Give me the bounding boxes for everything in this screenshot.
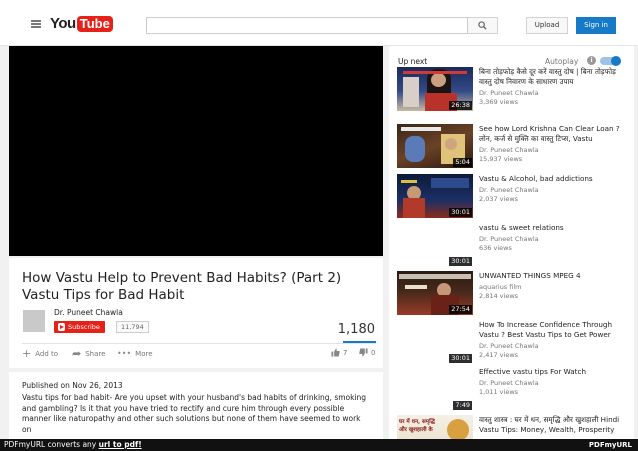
more-icon: ••• <box>117 349 132 358</box>
signin-button[interactable]: Sign in <box>576 17 616 34</box>
related-video-channel: Dr. Puneet Chawla <box>479 186 539 194</box>
add-to-label: Add to <box>35 350 59 358</box>
channel-name[interactable]: Dr. Puneet Chawla <box>54 308 123 317</box>
logo-you: You <box>50 15 76 32</box>
footer-text: PDFmyURL converts any url to pdf! <box>4 440 142 450</box>
thumbnail-caption: घर में धन, समृद्धि और खुशहाली के <box>399 419 435 433</box>
pdfmyurl-footer: PDFmyURL converts any url to pdf! PDFmyU… <box>0 439 638 451</box>
info-icon[interactable]: i <box>587 56 596 65</box>
video-thumbnail[interactable]: 30:01 <box>397 320 473 364</box>
view-count: 1,180 <box>337 322 375 337</box>
url-to-pdf-link[interactable]: url to pdf! <box>99 440 142 449</box>
thumbs-down-icon <box>359 348 368 357</box>
video-player[interactable] <box>9 46 383 256</box>
related-sidebar: Up next Autoplay i 26:38 बिना तोड़फोड़ क… <box>389 46 634 451</box>
video-duration: 30:01 <box>449 208 472 217</box>
search-icon <box>478 21 487 30</box>
subscriber-count: 11,794 <box>116 321 149 333</box>
list-item[interactable]: 30:01 How To Increase Confidence Through… <box>397 320 629 370</box>
publish-date: Published on Nov 26, 2013 <box>22 381 123 390</box>
related-video-channel: Dr. Puneet Chawla <box>479 235 539 243</box>
share-label: Share <box>85 350 106 358</box>
search-input[interactable] <box>146 17 468 34</box>
video-thumbnail[interactable]: 27:54 <box>397 271 473 315</box>
video-duration: 30:01 <box>449 354 472 363</box>
video-thumbnail[interactable]: 30:01 <box>397 223 473 267</box>
search-button[interactable] <box>468 17 498 34</box>
related-video-views: 2,037 views <box>479 195 519 203</box>
up-next-heading: Up next <box>398 57 428 66</box>
related-video-title[interactable]: How To Increase Confidence Through Vastu… <box>479 320 629 339</box>
menu-icon[interactable] <box>31 20 41 28</box>
video-duration: 27:54 <box>449 305 472 314</box>
masthead: You Tube Upload Sign in <box>0 0 638 46</box>
video-duration: 26:38 <box>449 101 472 110</box>
related-video-title[interactable]: Vastu & Alcohol, bad addictions <box>479 174 629 184</box>
like-ratio-bar <box>343 341 376 343</box>
video-thumbnail[interactable]: 26:38 <box>397 67 473 111</box>
subscribe-button[interactable]: Subscribe <box>54 321 105 333</box>
video-title: How Vastu Help to Prevent Bad Habits? (P… <box>22 270 342 303</box>
dislike-count: 0 <box>371 348 376 357</box>
related-video-views: 636 views <box>479 244 512 252</box>
related-video-channel: aquarius film <box>479 283 522 291</box>
divider <box>22 343 376 344</box>
youtube-logo[interactable]: You Tube <box>50 15 113 32</box>
video-thumbnail[interactable]: 30:01 <box>397 174 473 218</box>
related-video-views: 15,937 views <box>479 155 523 163</box>
add-to-button[interactable]: + Add to <box>22 347 59 360</box>
list-item[interactable]: 30:01 Vastu & Alcohol, bad addictions Dr… <box>397 174 629 224</box>
list-item[interactable]: 27:54 UNWANTED THINGS MPEG 4 aquarius fi… <box>397 271 629 321</box>
dislike-button[interactable]: 0 <box>359 348 375 357</box>
list-item[interactable]: 26:38 बिना तोड़फोड़ कैसे दूर करें वास्तु… <box>397 67 629 117</box>
description-text: Vastu tips for bad habit- Are you upset … <box>22 393 367 434</box>
related-video-channel: Dr. Puneet Chawla <box>479 89 539 97</box>
video-thumbnail[interactable]: 5:04 <box>397 124 473 168</box>
related-video-views: 2,417 views <box>479 351 519 359</box>
share-icon: ➦ <box>72 347 82 360</box>
share-button[interactable]: ➦ Share <box>72 347 106 360</box>
more-label: More <box>135 350 153 358</box>
related-video-views: 3,369 views <box>479 98 519 106</box>
thumbs-up-icon <box>331 348 340 357</box>
related-video-title[interactable]: बिना तोड़फोड़ कैसे दूर करें वास्तु दोष |… <box>479 67 629 86</box>
related-video-channel: Dr. Puneet Chawla <box>479 342 539 350</box>
related-video-title[interactable]: Effective vastu tips For Watch <box>479 367 629 377</box>
video-thumbnail[interactable]: 7:49 <box>397 367 473 411</box>
related-video-title[interactable]: वास्तु शास्त्र : घर में धन, समृद्धि और ख… <box>479 415 629 434</box>
like-button[interactable]: 7 <box>331 348 347 357</box>
more-button[interactable]: ••• More <box>117 349 153 359</box>
related-video-channel: Dr. Puneet Chawla <box>479 379 539 387</box>
related-video-title[interactable]: vastu & sweet relations <box>479 223 629 233</box>
footer-prefix: PDFmyURL converts any <box>4 440 97 449</box>
upload-button[interactable]: Upload <box>526 17 568 34</box>
list-item[interactable]: 5:04 See how Lord Krishna Can Clear Loan… <box>397 124 629 174</box>
logo-tube: Tube <box>76 15 113 32</box>
video-duration: 5:04 <box>453 158 472 167</box>
channel-avatar[interactable] <box>23 310 45 332</box>
list-item[interactable]: 30:01 vastu & sweet relations Dr. Puneet… <box>397 223 629 273</box>
related-video-title[interactable]: UNWANTED THINGS MPEG 4 <box>479 271 629 281</box>
video-info: How Vastu Help to Prevent Bad Habits? (P… <box>9 258 383 368</box>
related-video-views: 2,814 views <box>479 292 519 300</box>
pdfmyurl-logo: PDFmyURL <box>588 441 632 449</box>
video-duration: 7:49 <box>453 401 472 410</box>
autoplay-label: Autoplay <box>545 57 579 66</box>
related-video-channel: Dr. Puneet Chawla <box>479 146 539 154</box>
related-video-title[interactable]: See how Lord Krishna Can Clear Loan ? लो… <box>479 124 629 143</box>
like-count: 7 <box>343 348 348 357</box>
video-duration: 30:01 <box>449 257 472 266</box>
related-video-views: 1,011 views <box>479 388 519 396</box>
list-item[interactable]: 7:49 Effective vastu tips For Watch Dr. … <box>397 367 629 417</box>
plus-icon: + <box>22 347 32 360</box>
autoplay-toggle[interactable] <box>600 56 621 66</box>
